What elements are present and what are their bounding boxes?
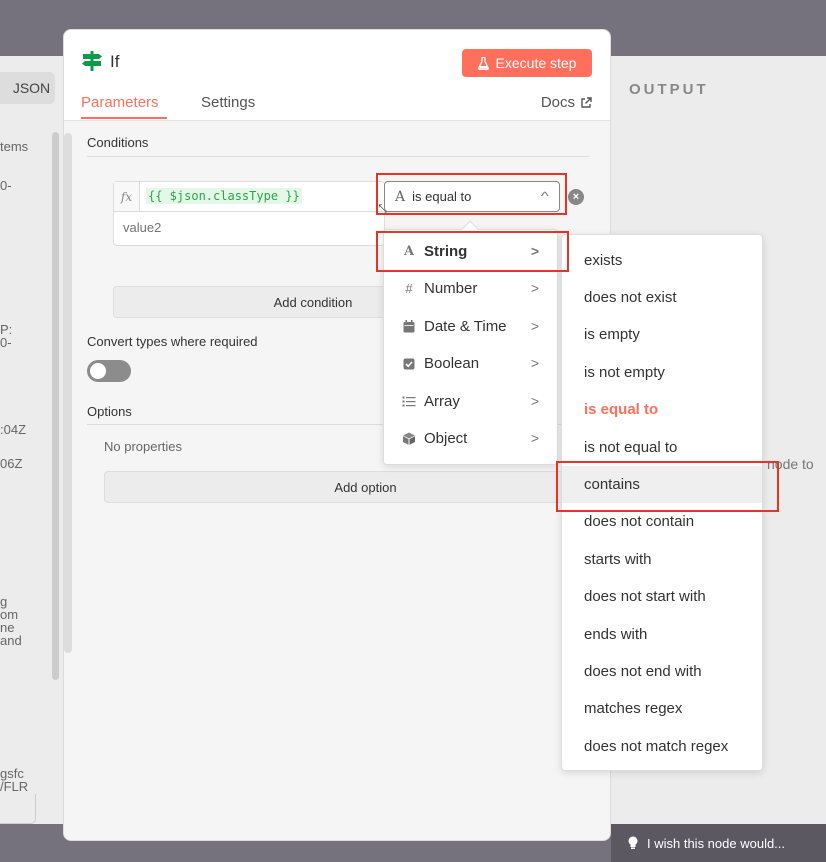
- conditions-divider: [87, 156, 589, 157]
- hash-icon: #: [405, 281, 413, 296]
- chevron-right-icon: >: [530, 280, 539, 296]
- docs-link[interactable]: Docs: [541, 94, 592, 111]
- type-item-number[interactable]: # Number >: [384, 270, 557, 307]
- output-hint: node to: [767, 456, 814, 472]
- tab-parameters[interactable]: Parameters: [81, 94, 159, 111]
- input-fragment: and: [0, 633, 22, 648]
- chevron-right-icon: >: [530, 355, 539, 371]
- tab-json[interactable]: JSON: [0, 72, 55, 104]
- docs-label: Docs: [540, 94, 575, 111]
- convert-types-label: Convert types where required: [87, 334, 258, 349]
- input-panel: JSON tems 0- P: 0- :04Z 06Z g om ne and …: [0, 56, 64, 824]
- operator-does-not-end-with[interactable]: does not end with: [562, 653, 762, 690]
- convert-types-toggle[interactable]: [87, 360, 131, 382]
- flask-icon: [477, 56, 489, 70]
- value2-input[interactable]: [123, 220, 323, 235]
- operator-matches-regex[interactable]: matches regex: [562, 690, 762, 727]
- no-properties-text: No properties: [104, 439, 183, 454]
- input-panel-footer: [0, 794, 36, 824]
- type-menu: A String > # Number > Date & Time > Bool…: [383, 220, 558, 465]
- expression-fx-icon: fx: [114, 182, 140, 211]
- list-icon: [402, 396, 416, 407]
- input-fragment: 0-: [0, 335, 12, 350]
- tab-settings[interactable]: Settings: [201, 94, 255, 111]
- cube-icon: [403, 432, 415, 445]
- feedback-link[interactable]: I wish this node would...: [611, 824, 826, 862]
- value1-expression[interactable]: {{ $json.classType }}: [146, 188, 302, 204]
- type-item-array[interactable]: Array >: [384, 383, 557, 420]
- operator-does-not-contain[interactable]: does not contain: [562, 503, 762, 540]
- operator-exists[interactable]: exists: [562, 242, 762, 279]
- input-scrollbar[interactable]: [52, 132, 59, 680]
- operator-value: is equal to: [412, 189, 472, 204]
- signpost-icon: [82, 51, 102, 71]
- parameters-scrollbar[interactable]: [64, 133, 72, 653]
- chevron-right-icon: >: [530, 243, 539, 259]
- input-fragment: 0-: [0, 178, 12, 193]
- text-type-icon: A: [395, 188, 406, 205]
- operators-menu: exists does not exist is empty is not em…: [561, 234, 763, 771]
- operator-contains[interactable]: contains: [562, 466, 762, 503]
- type-item-boolean[interactable]: Boolean >: [384, 345, 557, 382]
- type-label: Array: [424, 393, 460, 410]
- output-title: OUTPUT: [629, 81, 709, 98]
- input-fragment: /FLR: [0, 779, 29, 794]
- operator-does-not-exist[interactable]: does not exist: [562, 279, 762, 316]
- type-item-object[interactable]: Object >: [384, 420, 557, 457]
- options-label: Options: [87, 404, 132, 419]
- chevron-right-icon: >: [530, 393, 539, 409]
- type-label: Date & Time: [424, 318, 507, 335]
- type-label: Number: [424, 280, 478, 297]
- node-title: If: [110, 52, 120, 71]
- input-fragment: 06Z: [0, 456, 23, 471]
- calendar-icon: [403, 320, 415, 333]
- operator-is-not-empty[interactable]: is not empty: [562, 354, 762, 391]
- input-fragment: tems: [0, 139, 29, 154]
- execute-step-label: Execute step: [495, 55, 577, 71]
- type-label: Object: [424, 430, 468, 447]
- type-item-string[interactable]: A String >: [384, 233, 557, 270]
- execute-step-button[interactable]: Execute step: [462, 49, 592, 77]
- add-option-button[interactable]: Add option: [104, 471, 610, 503]
- text-type-icon: A: [403, 244, 415, 259]
- conditions-label: Conditions: [87, 135, 149, 150]
- type-label: String: [424, 243, 468, 260]
- operator-starts-with[interactable]: starts with: [562, 541, 762, 578]
- value2-field[interactable]: [113, 212, 385, 246]
- operator-does-not-match-regex[interactable]: does not match regex: [562, 728, 762, 765]
- type-item-date-time[interactable]: Date & Time >: [384, 308, 557, 345]
- operator-is-not-equal-to[interactable]: is not equal to: [562, 429, 762, 466]
- remove-condition-icon[interactable]: ×: [568, 189, 584, 205]
- lightbulb-icon: [628, 836, 638, 849]
- input-fragment: :04Z: [0, 422, 27, 437]
- operator-ends-with[interactable]: ends with: [562, 616, 762, 653]
- checkbox-icon: [403, 358, 415, 369]
- chevron-right-icon: >: [530, 430, 539, 446]
- node-header: If Execute step Parameters Settings Docs: [64, 30, 610, 120]
- type-label: Boolean: [424, 355, 480, 372]
- external-link-icon: [581, 96, 592, 108]
- chevron-right-icon: >: [530, 318, 539, 334]
- operator-does-not-start-with[interactable]: does not start with: [562, 578, 762, 615]
- value1-field[interactable]: fx {{ $json.classType }} ⤡: [113, 181, 387, 215]
- add-condition-button[interactable]: Add condition: [113, 286, 393, 318]
- active-tab-indicator: [81, 117, 167, 119]
- chevron-up-icon: ^: [541, 189, 550, 203]
- operator-select[interactable]: A is equal to ^: [384, 181, 560, 212]
- operator-is-equal-to[interactable]: is equal to: [562, 391, 762, 428]
- feedback-text: I wish this node would...: [647, 835, 786, 851]
- operator-is-empty[interactable]: is empty: [562, 316, 762, 353]
